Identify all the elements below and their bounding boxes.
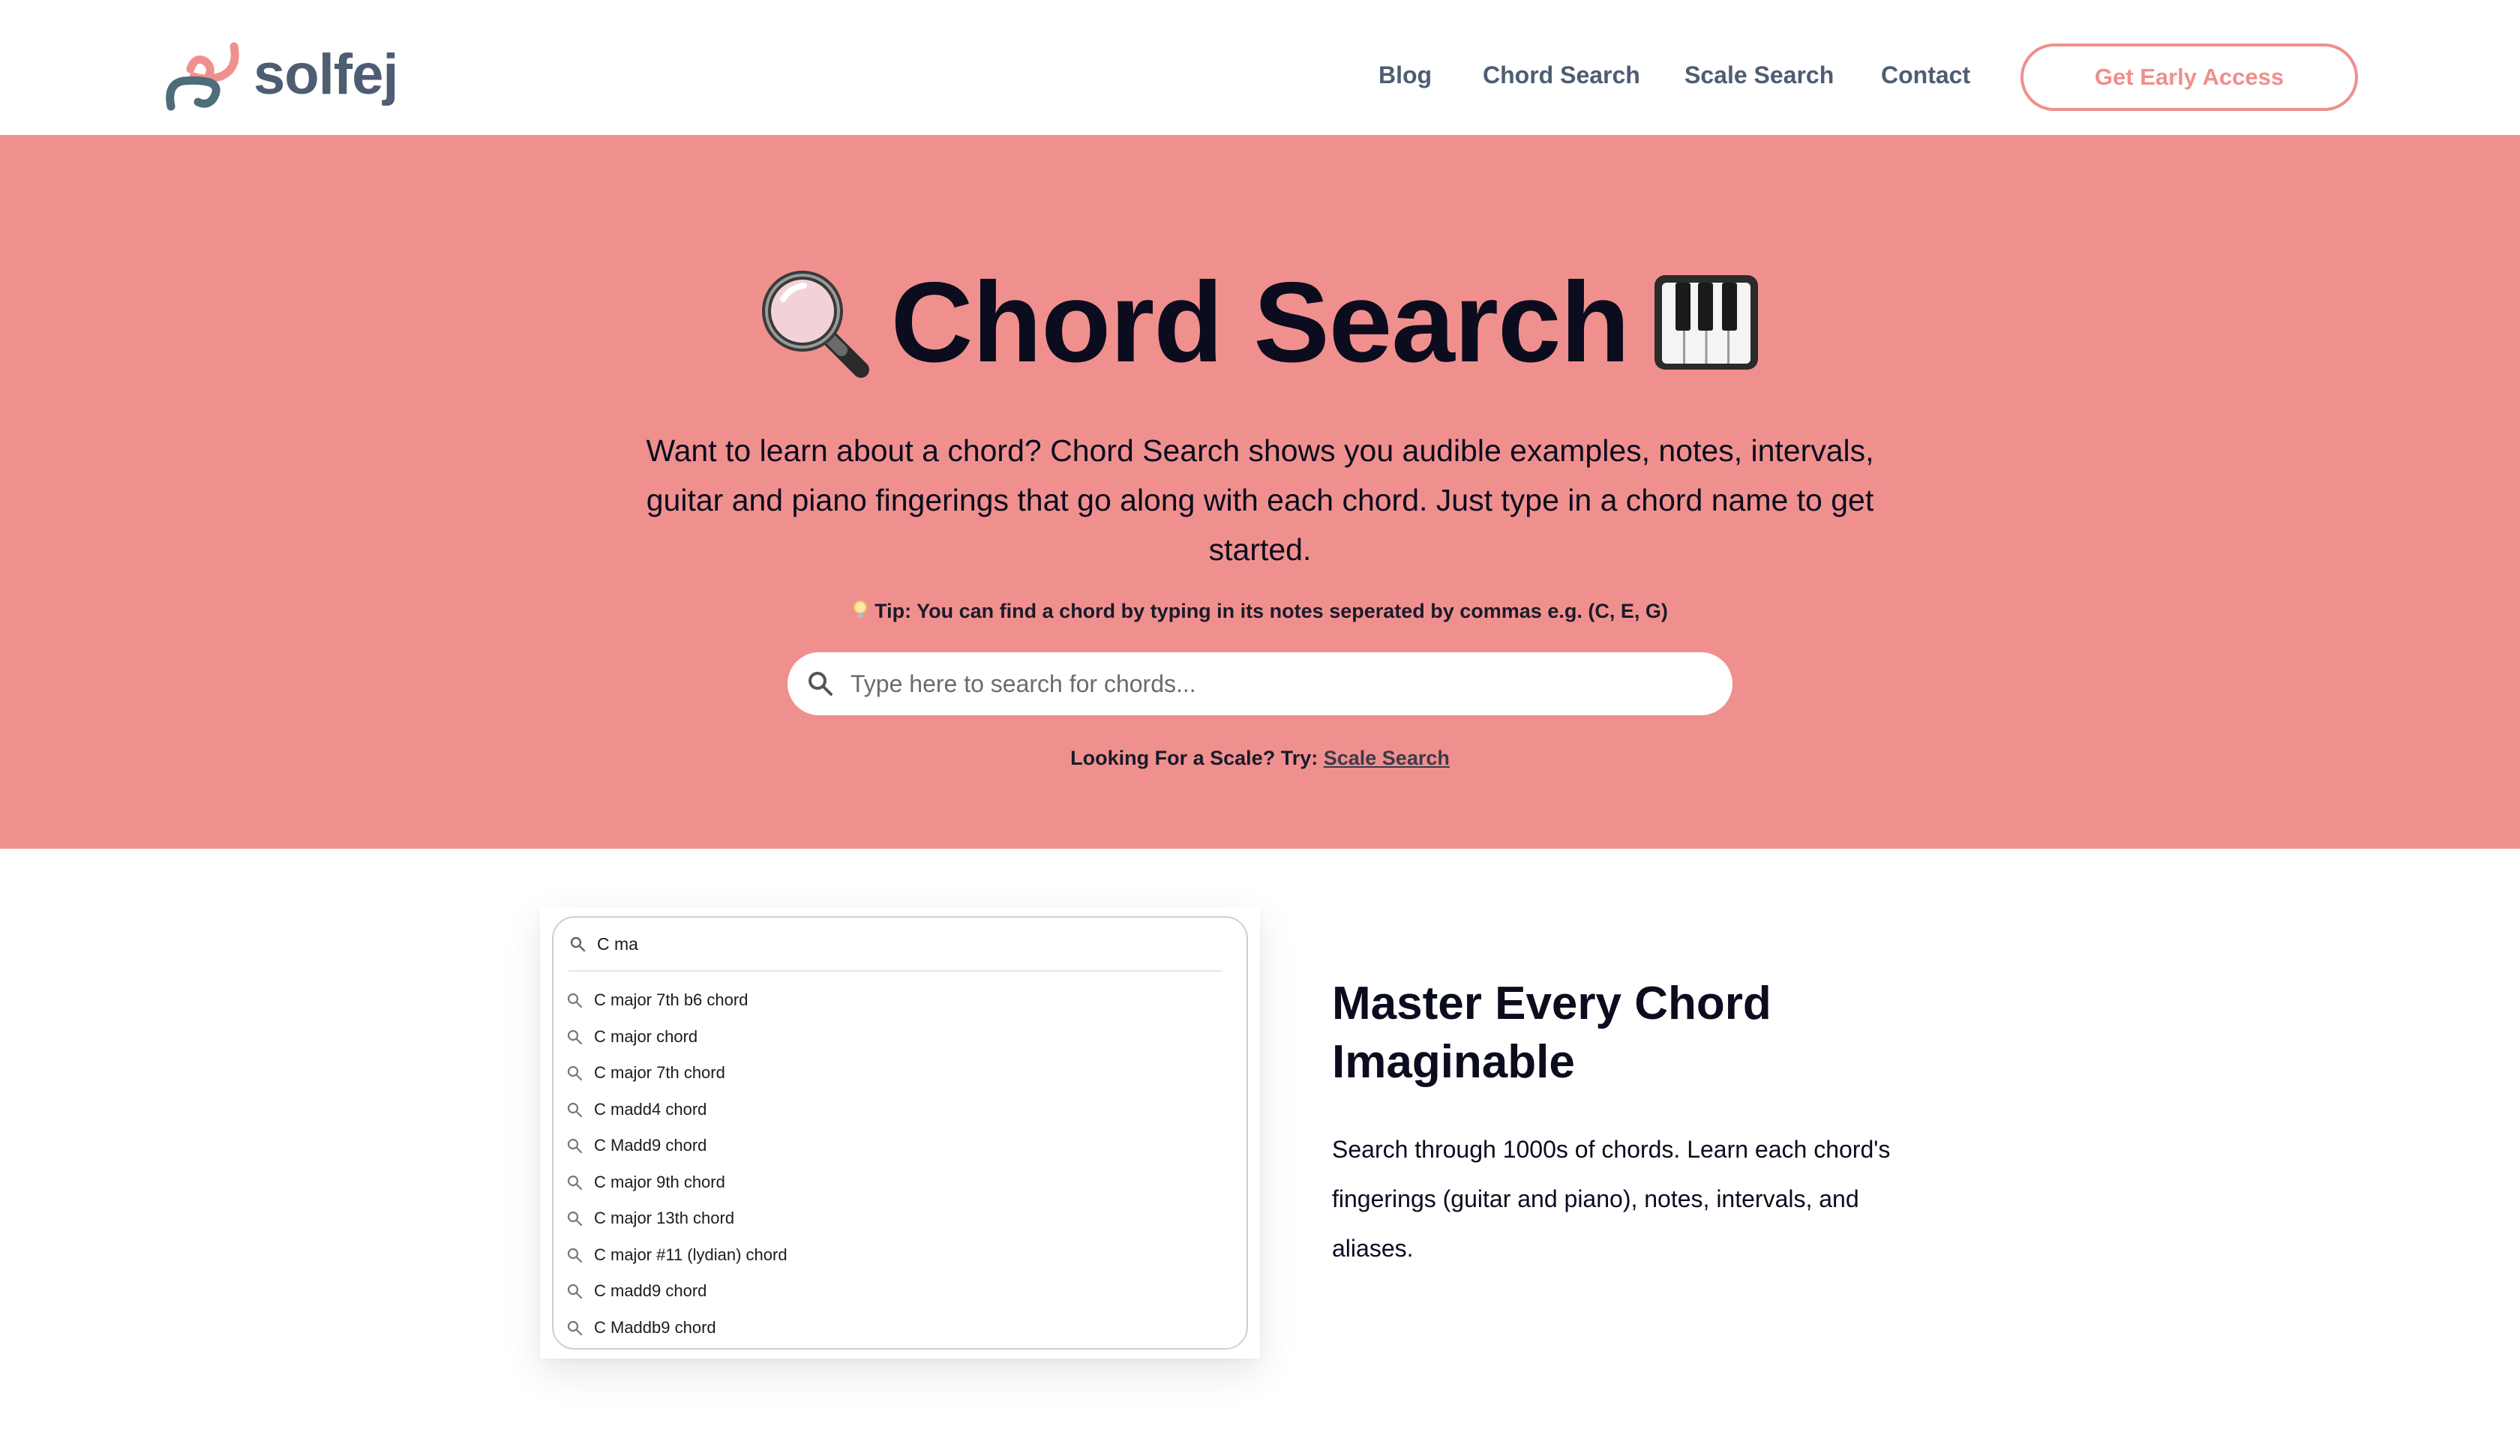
site-header: solfej Blog Chord Search Scale Search Co… [0, 0, 2520, 135]
search-demo-dropdown: C ma C major 7th b6 chord C major chord … [552, 916, 1248, 1350]
get-early-access-button[interactable]: Get Early Access [2020, 43, 2358, 111]
nav-chord-search[interactable]: Chord Search [1483, 61, 1640, 89]
page-title: Chord Search [890, 259, 1630, 386]
suggestion-item[interactable]: C madd4 chord [566, 1092, 1226, 1128]
search-icon [567, 993, 583, 1008]
nav-blog[interactable]: Blog [1378, 61, 1432, 89]
hero-title-row: Chord Search [0, 262, 2520, 382]
hero-section: Chord Search Want to learn about a chord… [0, 135, 2520, 849]
search-icon [567, 1175, 583, 1190]
suggestion-item[interactable]: C major 7th chord [566, 1055, 1226, 1092]
scale-search-link[interactable]: Scale Search [1324, 747, 1450, 769]
magnifying-glass-icon [761, 271, 869, 378]
suggestion-item[interactable]: C Maddb9 chord [566, 1310, 1226, 1347]
suggestion-text: C major 9th chord [594, 1172, 725, 1191]
search-icon [567, 1029, 583, 1044]
suggestion-item[interactable]: C madd9 chord [566, 1273, 1226, 1310]
suggestion-item[interactable]: C major chord [566, 1019, 1226, 1056]
suggestion-item[interactable]: C major 13th chord [566, 1200, 1226, 1237]
feature-title: Master Every Chord Imaginable [1332, 978, 1772, 1088]
chord-search-box [788, 652, 1732, 715]
suggestion-item[interactable]: C Madd9 chord [566, 1128, 1226, 1164]
suggestion-text: C madd4 chord [594, 1099, 707, 1119]
search-icon [808, 672, 832, 696]
suggestion-list: C major 7th b6 chord C major chord C maj… [566, 982, 1226, 1346]
demo-query-text: C ma [597, 933, 638, 954]
hero-description: Want to learn about a chord? Chord Searc… [646, 433, 1874, 567]
suggestion-text: C major 13th chord [594, 1209, 735, 1228]
suggestion-item[interactable]: C major #11 (lydian) chord [566, 1237, 1226, 1274]
divider [568, 970, 1222, 972]
search-icon [567, 1248, 583, 1263]
search-icon [567, 1284, 583, 1299]
scale-search-prompt-text: Looking For a Scale? Try: [1070, 747, 1318, 769]
get-early-access-label: Get Early Access [2094, 64, 2284, 90]
suggestion-text: C major #11 (lydian) chord [594, 1245, 788, 1264]
suggestion-text: C madd9 chord [594, 1281, 707, 1301]
nav-scale-search[interactable]: Scale Search [1684, 61, 1834, 89]
suggestion-text: C major 7th chord [594, 1063, 725, 1083]
page: solfej Blog Chord Search Scale Search Co… [0, 0, 2520, 1456]
search-icon [567, 1066, 583, 1081]
tip-text: Tip: You can find a chord by typing in i… [874, 600, 1668, 622]
search-icon [567, 1139, 583, 1154]
feature-text: Search through 1000s of chords. Learn ea… [1332, 1136, 1891, 1262]
nav-contact[interactable]: Contact [1881, 61, 1970, 89]
lightbulb-icon [854, 601, 868, 618]
search-icon [567, 1320, 583, 1335]
search-demo-card: C ma C major 7th b6 chord C major chord … [540, 907, 1260, 1359]
search-tip: Tip: You can find a chord by typing in i… [0, 600, 2520, 623]
suggestion-item[interactable]: C major 9th chord [566, 1164, 1226, 1201]
search-icon [570, 936, 586, 952]
suggestion-text: C Madd9 chord [594, 1136, 707, 1155]
piano-keys-icon [1654, 275, 1759, 370]
search-icon [567, 1102, 583, 1117]
suggestion-item[interactable]: C major 7th b6 chord [566, 982, 1226, 1019]
demo-query-row: C ma [568, 925, 638, 963]
suggestion-text: C major chord [594, 1026, 698, 1046]
search-icon [567, 1212, 583, 1227]
suggestion-text: C Maddb9 chord [594, 1317, 716, 1337]
suggestion-text: C major 7th b6 chord [594, 990, 748, 1010]
scale-search-prompt: Looking For a Scale? Try: Scale Search [0, 747, 2520, 770]
chord-search-input[interactable] [850, 661, 1690, 706]
